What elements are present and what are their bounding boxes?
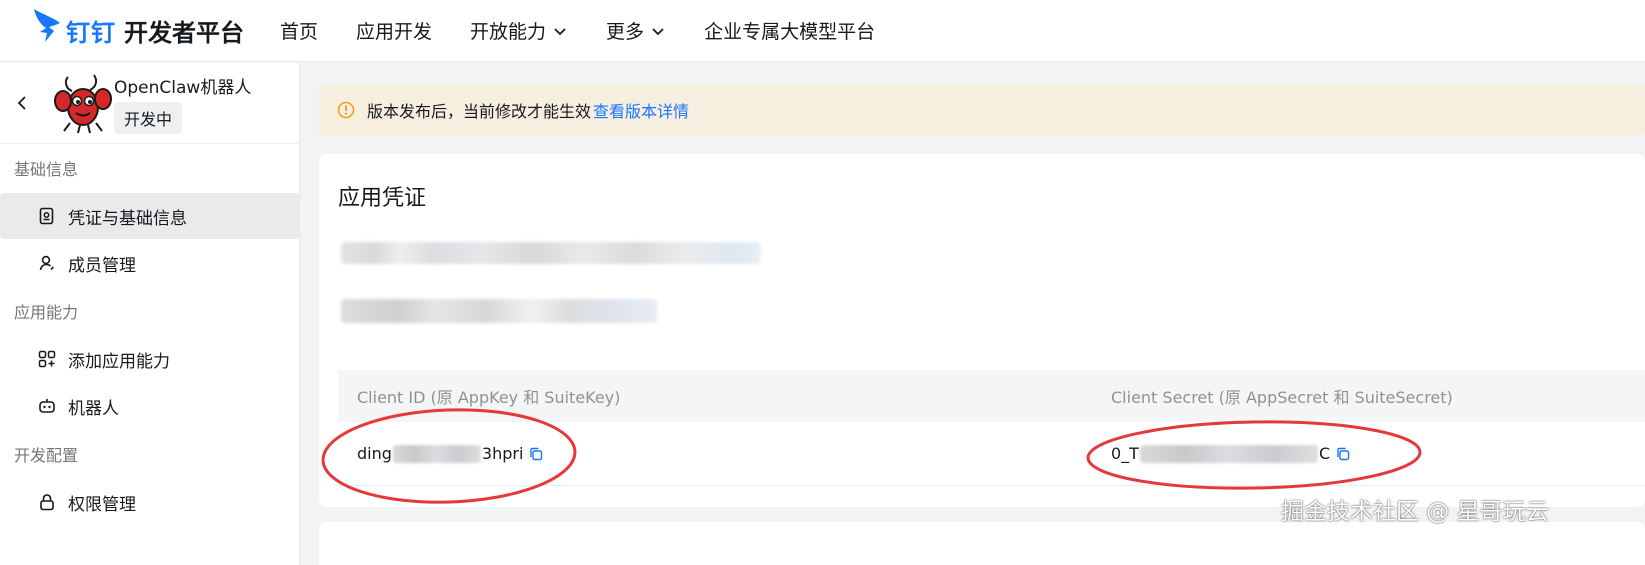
- credentials-table: Client ID (原 AppKey 和 SuiteKey) Client S…: [338, 370, 1645, 486]
- card-title: 应用凭证: [338, 186, 427, 211]
- nav-app-dev-label: 应用开发: [356, 21, 433, 43]
- sidebar-item-label: 成员管理: [68, 255, 136, 276]
- notice-text: 版本发布后，当前修改才能生效: [367, 102, 592, 121]
- member-icon: [38, 254, 56, 272]
- nav-home[interactable]: 首页: [280, 17, 318, 44]
- nav-home-label: 首页: [280, 21, 319, 43]
- group-title-dev-config: 开发配置: [14, 446, 79, 465]
- sidebar-item-permissions[interactable]: 权限管理: [0, 479, 299, 525]
- sidebar-item-add-capability[interactable]: 添加应用能力: [0, 336, 299, 382]
- nav-open-capability[interactable]: 开放能力: [470, 17, 568, 44]
- sidebar-item-robot[interactable]: 机器人: [0, 383, 299, 429]
- redacted-info-line: [341, 299, 657, 323]
- sidebar-item-members[interactable]: 成员管理: [0, 240, 299, 286]
- copy-icon[interactable]: [529, 447, 543, 461]
- robot-icon: [38, 397, 56, 415]
- redacted-description-line: [341, 242, 761, 264]
- copy-icon[interactable]: [1336, 447, 1350, 461]
- table-row: ding 3hpri 0_T C: [338, 422, 1645, 486]
- client-secret-suffix: C: [1318, 444, 1331, 463]
- table-header: Client ID (原 AppKey 和 SuiteKey) Client S…: [338, 370, 1645, 422]
- chevron-down-icon: [652, 27, 664, 35]
- lobster-avatar: [54, 74, 112, 134]
- client-id-value: ding 3hpri: [338, 444, 1111, 463]
- logo-title: 开发者平台: [124, 19, 244, 47]
- nav-enterprise-llm[interactable]: 企业专属大模型平台: [704, 17, 875, 44]
- back-button[interactable]: [12, 93, 32, 113]
- chevron-left-icon: [17, 96, 26, 110]
- add-capability-icon: [38, 350, 56, 368]
- logo-brand-text: 钉钉: [66, 19, 116, 47]
- dingtalk-wing-icon: [34, 8, 60, 42]
- warning-icon: [337, 101, 355, 119]
- group-title-app-capability: 应用能力: [14, 303, 79, 322]
- sidebar-item-label: 机器人: [68, 398, 119, 419]
- redacted-mask: [392, 444, 481, 463]
- lock-icon: [38, 493, 56, 511]
- client-secret-header: Client Secret (原 AppSecret 和 SuiteSecret…: [1111, 388, 1453, 407]
- client-secret-prefix: 0_T: [1111, 444, 1139, 463]
- credential-icon: [38, 207, 56, 225]
- chevron-down-icon: [554, 27, 566, 35]
- main-nav: 首页 应用开发 开放能力 更多 企业专属大模型平台: [280, 17, 913, 44]
- nav-more-label: 更多: [606, 21, 645, 43]
- top-nav-bar: 钉钉 开发者平台 首页 应用开发 开放能力 更多 企业专属大模型平台: [0, 0, 1645, 62]
- nav-more[interactable]: 更多: [606, 17, 666, 44]
- client-secret-value: 0_T C: [1111, 444, 1645, 463]
- sidebar: OpenClaw机器人 开发中 基础信息 凭证与基础信息 成员管理 应用能力 添…: [0, 63, 300, 565]
- next-card-edge: [319, 522, 1645, 565]
- sidebar-item-label: 权限管理: [68, 494, 136, 515]
- app-header: OpenClaw机器人 开发中: [0, 63, 299, 144]
- nav-open-capability-label: 开放能力: [470, 21, 547, 43]
- nav-enterprise-llm-label: 企业专属大模型平台: [704, 21, 876, 43]
- nav-app-dev[interactable]: 应用开发: [356, 17, 432, 44]
- sidebar-item-credentials[interactable]: 凭证与基础信息: [0, 193, 299, 239]
- client-id-suffix: 3hpri: [481, 444, 524, 463]
- view-version-details-link[interactable]: 查看版本详情: [593, 98, 689, 122]
- group-title-basic-info: 基础信息: [14, 160, 79, 179]
- redacted-mask: [1139, 444, 1318, 463]
- watermark: 掘金技术社区 @ 星哥玩云: [1281, 499, 1549, 525]
- client-id-prefix: ding: [357, 444, 392, 463]
- sidebar-item-label: 凭证与基础信息: [68, 208, 187, 229]
- app-meta: OpenClaw机器人 开发中: [114, 73, 251, 134]
- sidebar-item-label: 添加应用能力: [68, 351, 170, 372]
- dingtalk-logo[interactable]: 钉钉 开发者平台: [32, 0, 244, 62]
- version-notice: 版本发布后，当前修改才能生效 查看版本详情: [319, 84, 1645, 136]
- credentials-card: 应用凭证 Client ID (原 AppKey 和 SuiteKey) Cli…: [319, 154, 1645, 507]
- app-name: OpenClaw机器人: [114, 77, 252, 98]
- client-id-header: Client ID (原 AppKey 和 SuiteKey): [357, 388, 621, 407]
- app-status-badge: 开发中: [114, 101, 183, 134]
